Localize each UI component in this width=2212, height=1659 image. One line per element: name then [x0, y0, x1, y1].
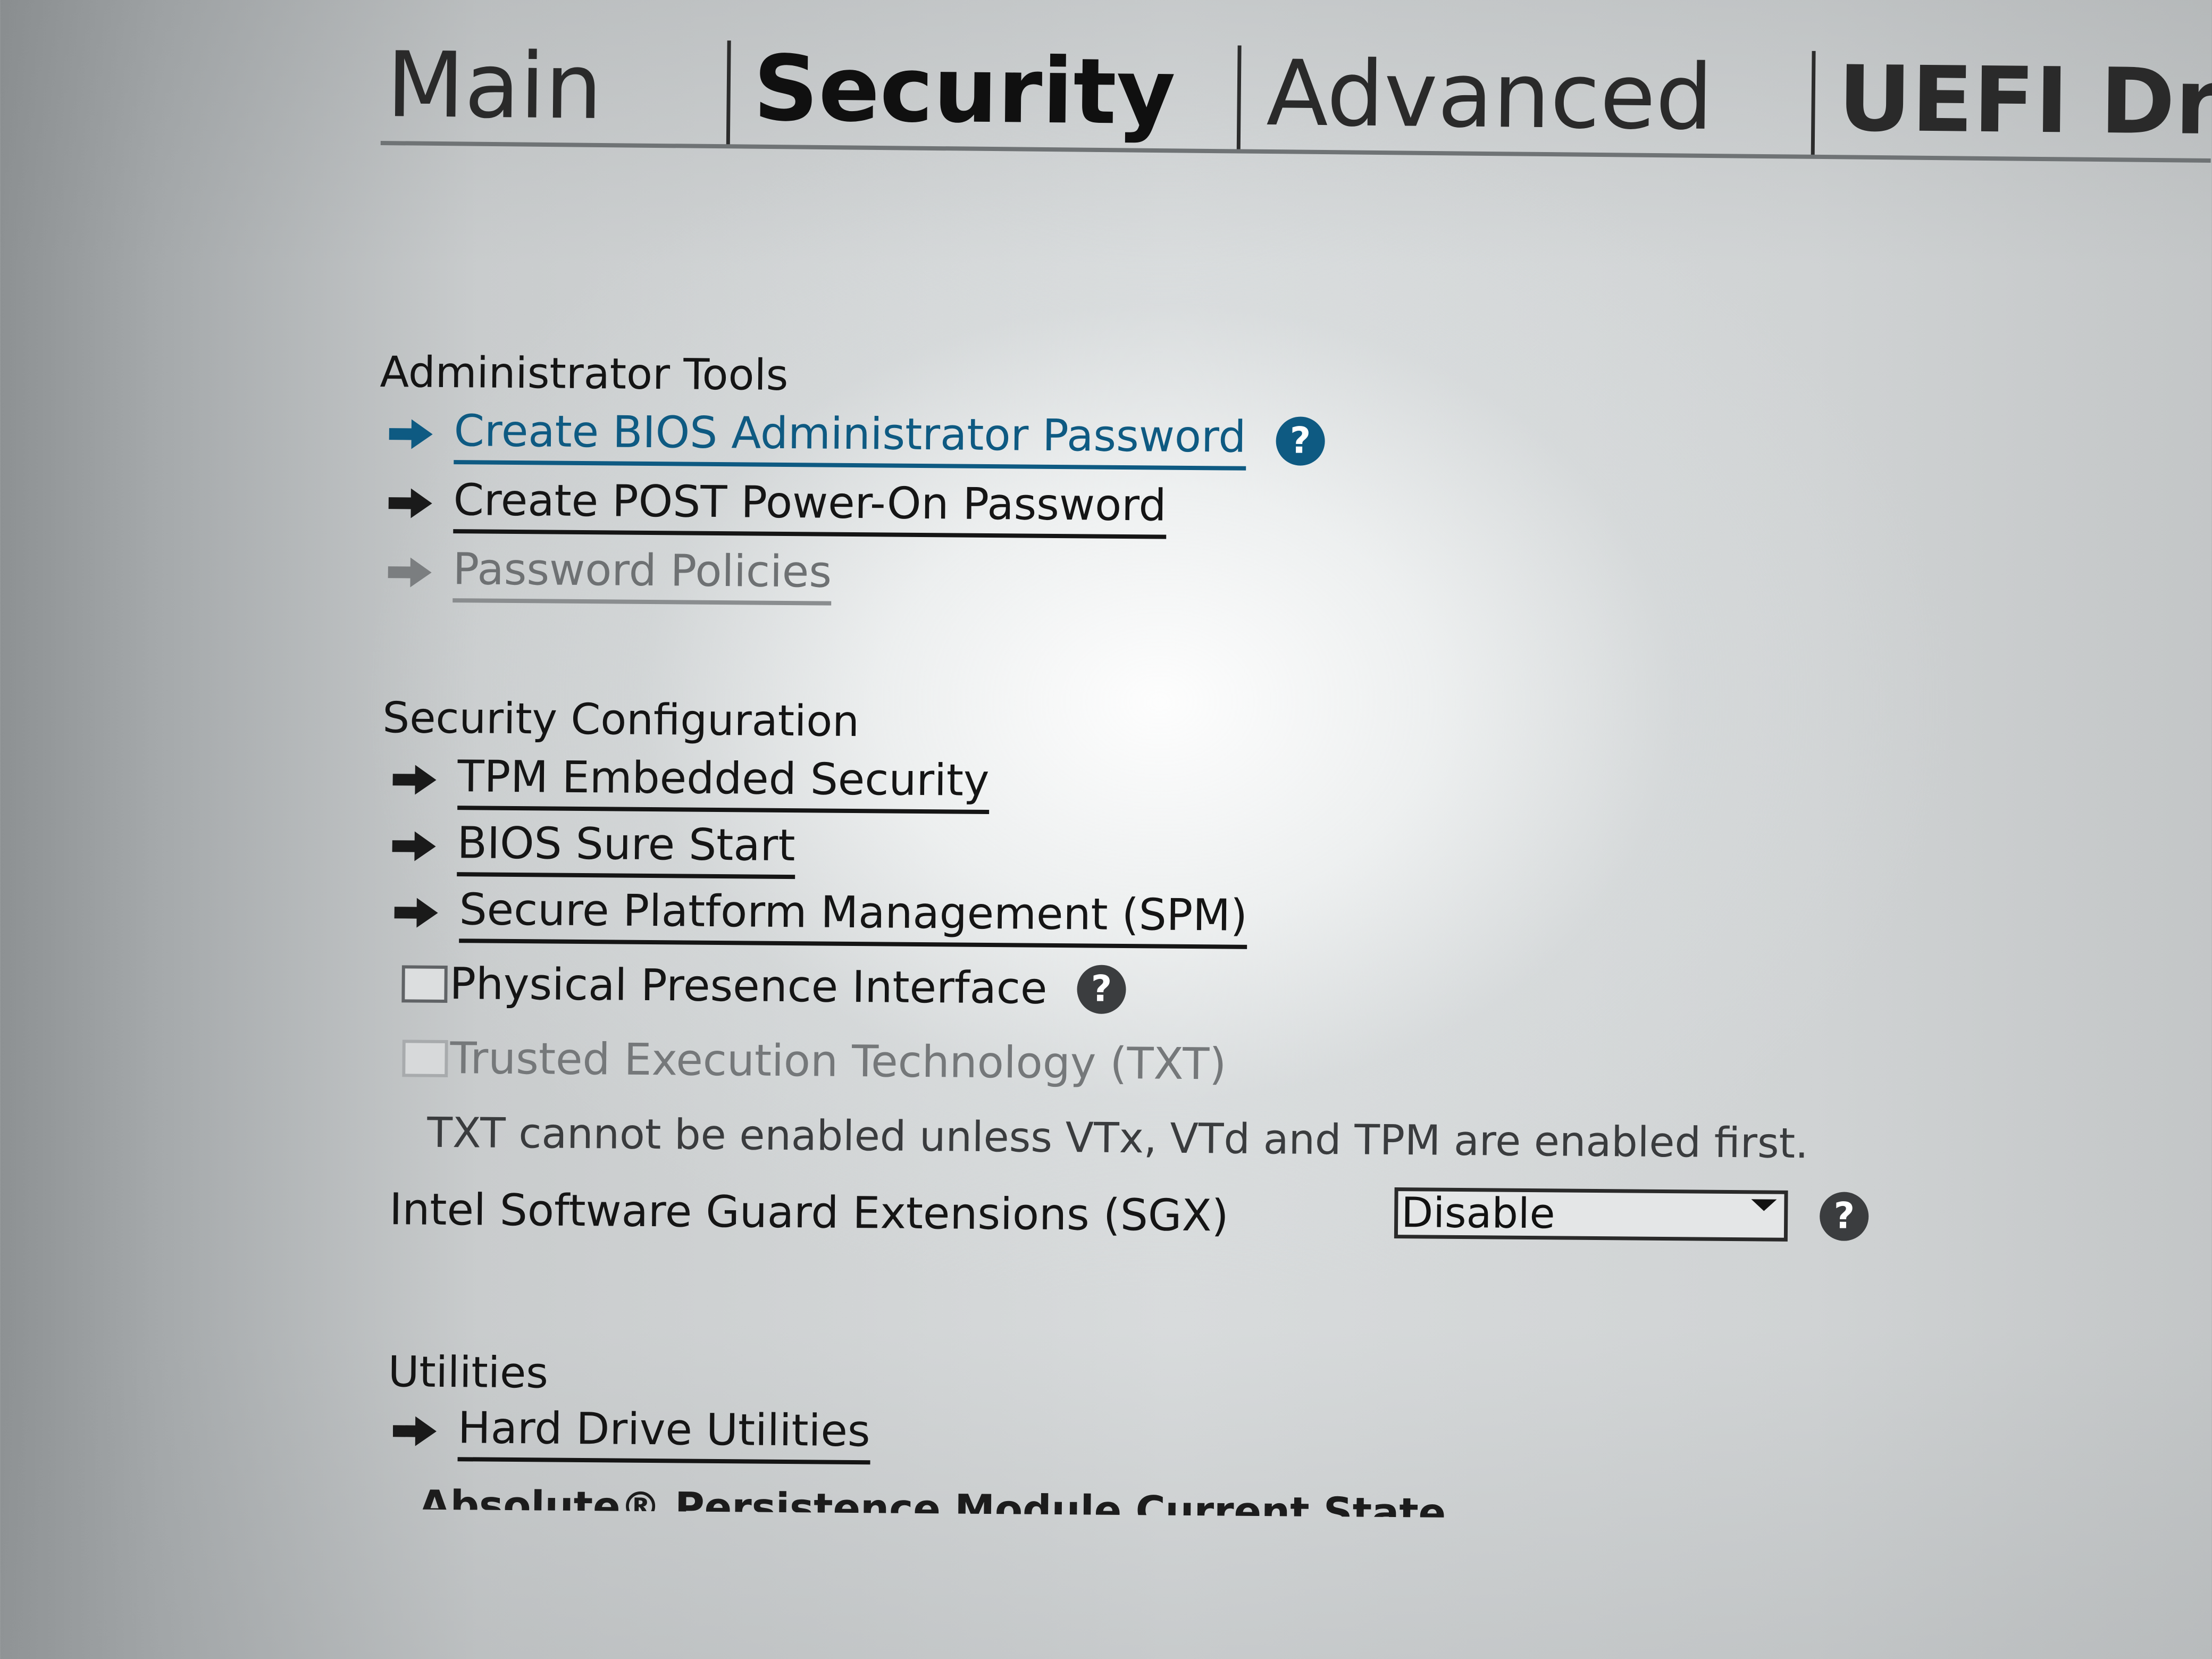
screen-glare: [0, 0, 2212, 1659]
physical-presence-checkbox[interactable]: [401, 965, 448, 1003]
tab-divider: [726, 40, 731, 147]
link-label: Create BIOS Administrator Password: [454, 405, 1246, 471]
sgx-label: Intel Software Guard Extensions (SGX): [389, 1184, 1229, 1242]
help-icon[interactable]: ?: [1819, 1192, 1869, 1242]
help-icon[interactable]: ?: [1077, 965, 1126, 1015]
tab-uefi-drivers[interactable]: UEFI Driv: [1838, 46, 2212, 157]
link-label: Hard Drive Utilities: [457, 1402, 870, 1465]
link-label: TPM Embedded Security: [457, 750, 990, 815]
link-label: Create POST Power-On Password: [453, 474, 1167, 539]
section-heading-admin-tools: Administrator Tools: [380, 347, 789, 400]
hard-drive-utilities-link[interactable]: Hard Drive Utilities: [392, 1401, 870, 1465]
create-post-power-on-password-link[interactable]: Create POST Power-On Password: [388, 473, 1167, 539]
tab-advanced[interactable]: Advanced: [1266, 40, 1714, 151]
link-label: BIOS Sure Start: [457, 817, 795, 879]
tab-bar: Main Security Advanced UEFI Driv: [380, 21, 2212, 193]
tab-divider: [1236, 45, 1242, 152]
tab-main[interactable]: Main: [386, 32, 603, 140]
arrow-right-icon: [392, 831, 436, 861]
arrow-right-icon: [388, 488, 432, 518]
arrow-right-icon: [388, 557, 432, 588]
physical-presence-interface-row: Physical Presence Interface ?: [401, 957, 1126, 1016]
txt-row: Trusted Execution Technology (TXT): [402, 1032, 1227, 1091]
secure-platform-management-link[interactable]: Secure Platform Management (SPM): [394, 883, 1248, 949]
sgx-select-value: Disable: [1401, 1189, 1555, 1238]
arrow-right-icon: [389, 419, 433, 449]
arrow-right-icon: [392, 1416, 437, 1446]
tab-security[interactable]: Security: [753, 36, 1176, 146]
section-heading-security-configuration: Security Configuration: [382, 693, 860, 747]
physical-presence-label: Physical Presence Interface: [449, 959, 1048, 1014]
tpm-embedded-security-link[interactable]: TPM Embedded Security: [392, 750, 990, 815]
absolute-persistence-module-label: Absolute® Persistence Module Current Sta…: [418, 1481, 1446, 1518]
tab-divider: [1811, 51, 1816, 157]
create-bios-admin-password-link[interactable]: Create BIOS Administrator Password ?: [389, 404, 1325, 471]
sgx-select[interactable]: Disable: [1394, 1187, 1788, 1242]
arrow-right-icon: [394, 898, 438, 928]
arrow-right-icon: [392, 765, 437, 795]
chevron-down-icon: [1751, 1199, 1777, 1211]
security-page: Administrator Tools Create BIOS Administ…: [380, 346, 2135, 1518]
txt-checkbox[interactable]: [402, 1040, 448, 1078]
help-icon[interactable]: ?: [1275, 416, 1325, 466]
password-policies-link[interactable]: Password Policies: [388, 542, 832, 606]
link-label: Password Policies: [453, 543, 832, 606]
txt-note: TXT cannot be enabled unless VTx, VTd an…: [427, 1109, 1809, 1168]
section-heading-utilities: Utilities: [388, 1347, 549, 1398]
bios-sure-start-link[interactable]: BIOS Sure Start: [392, 816, 795, 879]
txt-label: Trusted Execution Technology (TXT): [450, 1033, 1227, 1090]
link-label: Secure Platform Management (SPM): [459, 883, 1248, 949]
